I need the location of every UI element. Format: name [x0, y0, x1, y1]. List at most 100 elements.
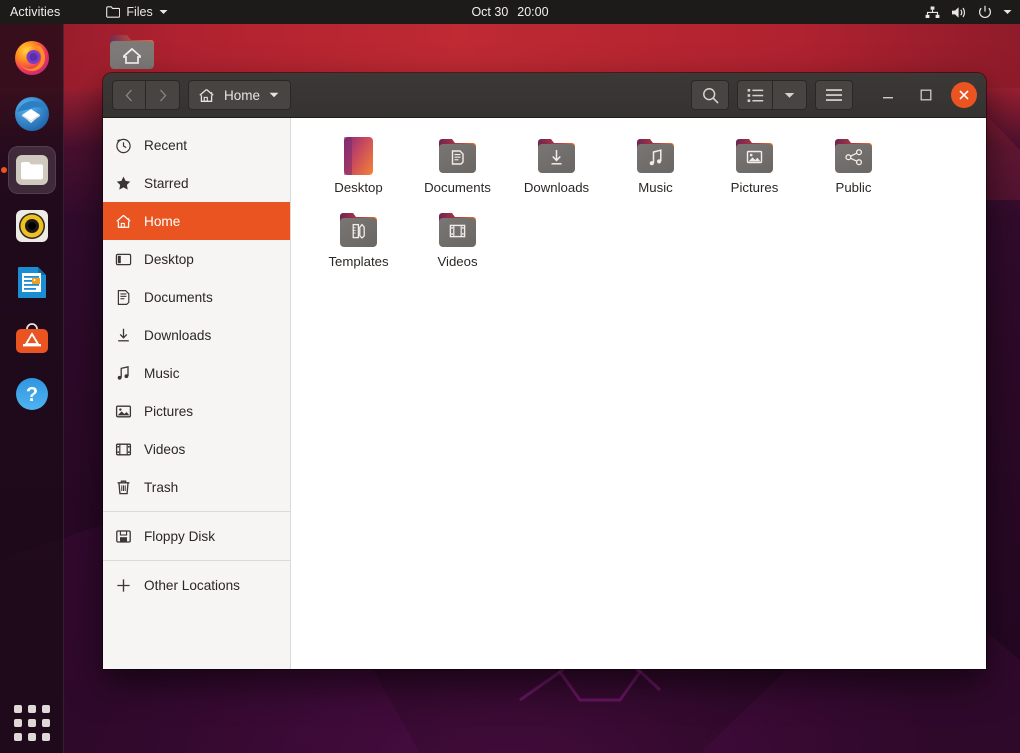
app-menu-label: Files [126, 5, 153, 19]
file-label: Public [835, 180, 872, 195]
folder-templates-icon [340, 213, 377, 247]
minimize-button[interactable] [875, 82, 901, 108]
file-label: Downloads [523, 180, 590, 195]
file-item-pictures[interactable]: Pictures [705, 132, 804, 206]
folder-pictures-icon [736, 139, 773, 173]
navigation-buttons [112, 80, 180, 110]
clock-icon [116, 138, 131, 153]
sidebar-item-videos[interactable]: Videos [103, 430, 290, 468]
sidebar-item-pictures[interactable]: Pictures [103, 392, 290, 430]
sidebar-separator [103, 511, 290, 512]
clock[interactable]: Oct 30 20:00 [471, 5, 548, 19]
folder-music-icon [637, 139, 674, 173]
path-bar-home-button[interactable]: Home [188, 80, 292, 110]
minimize-icon [883, 97, 893, 99]
file-item-templates[interactable]: Templates [309, 206, 408, 280]
sidebar-item-desktop[interactable]: Desktop [103, 240, 290, 278]
image-icon [115, 405, 132, 417]
path-bar-label: Home [224, 87, 261, 103]
sidebar-label: Floppy Disk [144, 528, 216, 544]
sidebar-item-trash[interactable]: Trash [103, 468, 290, 506]
file-item-downloads[interactable]: Downloads [507, 132, 606, 206]
back-button[interactable] [112, 80, 146, 110]
files-icon [16, 155, 48, 185]
view-options-dropdown[interactable] [773, 80, 807, 110]
grid-dot [42, 719, 50, 727]
rhythmbox-icon [16, 210, 48, 242]
close-button[interactable] [951, 82, 977, 108]
view-mode-controls [737, 80, 807, 110]
window-controls [875, 82, 977, 108]
sidebar-separator [103, 560, 290, 561]
grid-dot [14, 719, 22, 727]
file-item-videos[interactable]: Videos [408, 206, 507, 280]
grid-dot [28, 733, 36, 741]
sidebar-label: Starred [144, 175, 189, 191]
sidebar-item-starred[interactable]: Starred [103, 164, 290, 202]
wallpaper-thumb [344, 137, 373, 175]
file-item-music[interactable]: Music [606, 132, 705, 206]
search-button[interactable] [691, 80, 729, 110]
sidebar-item-downloads[interactable]: Downloads [103, 316, 290, 354]
file-label: Videos [437, 254, 478, 269]
grid-dot [28, 705, 36, 713]
sidebar-label: Other Locations [144, 577, 240, 593]
document-icon [117, 289, 130, 305]
sidebar-item-other-locations[interactable]: Other Locations [103, 566, 290, 604]
window-body: Recent Starred Home Desktop Documents Do… [103, 118, 986, 669]
forward-button[interactable] [146, 80, 180, 110]
dock-item-libreoffice-writer[interactable] [8, 258, 56, 306]
sidebar-label: Pictures [144, 403, 194, 419]
sidebar-label: Music [144, 365, 180, 381]
sidebar-item-recent[interactable]: Recent [103, 126, 290, 164]
close-icon [959, 90, 969, 100]
folder-public-icon [835, 139, 872, 173]
sidebar-item-music[interactable]: Music [103, 354, 290, 392]
file-label: Desktop [334, 180, 383, 195]
clock-date: Oct 30 [471, 5, 509, 19]
dock-item-firefox[interactable] [8, 34, 56, 82]
file-item-public[interactable]: Public [804, 132, 903, 206]
chevron-down-icon [784, 92, 795, 98]
window-headerbar: Home [103, 73, 986, 118]
power-icon [979, 5, 991, 19]
file-item-documents[interactable]: Documents [408, 132, 507, 206]
folder-icon [106, 6, 121, 18]
list-view-button[interactable] [737, 80, 773, 110]
file-label: Pictures [730, 180, 779, 195]
app-menu-button[interactable]: Files [100, 5, 173, 19]
dock-item-rhythmbox[interactable] [8, 202, 56, 250]
list-view-icon [747, 88, 763, 102]
maximize-icon [920, 89, 932, 101]
star-icon [116, 176, 131, 190]
download-icon [118, 328, 129, 341]
dock-item-ubuntu-software[interactable] [8, 314, 56, 362]
volume-icon [952, 6, 966, 18]
dock-item-thunderbird[interactable] [8, 90, 56, 138]
music-icon [117, 365, 129, 380]
folder-downloads-icon [538, 139, 575, 173]
show-applications-button[interactable] [12, 703, 52, 743]
sidebar-item-home[interactable]: Home [103, 202, 290, 240]
folder-videos-icon [439, 213, 476, 247]
system-tray[interactable] [925, 5, 1012, 19]
main-menu-button[interactable] [815, 80, 853, 110]
help-icon: ? [16, 378, 48, 410]
desktop-home-folder-icon[interactable] [108, 32, 160, 77]
file-grid: Desktop Documents Downloads Music Pictur… [291, 118, 986, 669]
sidebar-item-documents[interactable]: Documents [103, 278, 290, 316]
chevron-down-icon [269, 92, 279, 98]
sidebar-item-floppy-disk[interactable]: Floppy Disk [103, 517, 290, 555]
plus-icon [117, 578, 130, 592]
maximize-button[interactable] [913, 82, 939, 108]
sidebar-label: Home [144, 213, 181, 229]
file-item-desktop[interactable]: Desktop [309, 132, 408, 206]
dock: ? [0, 24, 64, 753]
activities-button[interactable]: Activities [0, 5, 72, 19]
dock-item-help[interactable]: ? [8, 370, 56, 418]
hamburger-menu-icon [826, 89, 842, 101]
file-label: Documents [424, 180, 491, 195]
sidebar-label: Documents [144, 289, 213, 305]
file-label: Templates [328, 254, 389, 269]
dock-item-files[interactable] [8, 146, 56, 194]
